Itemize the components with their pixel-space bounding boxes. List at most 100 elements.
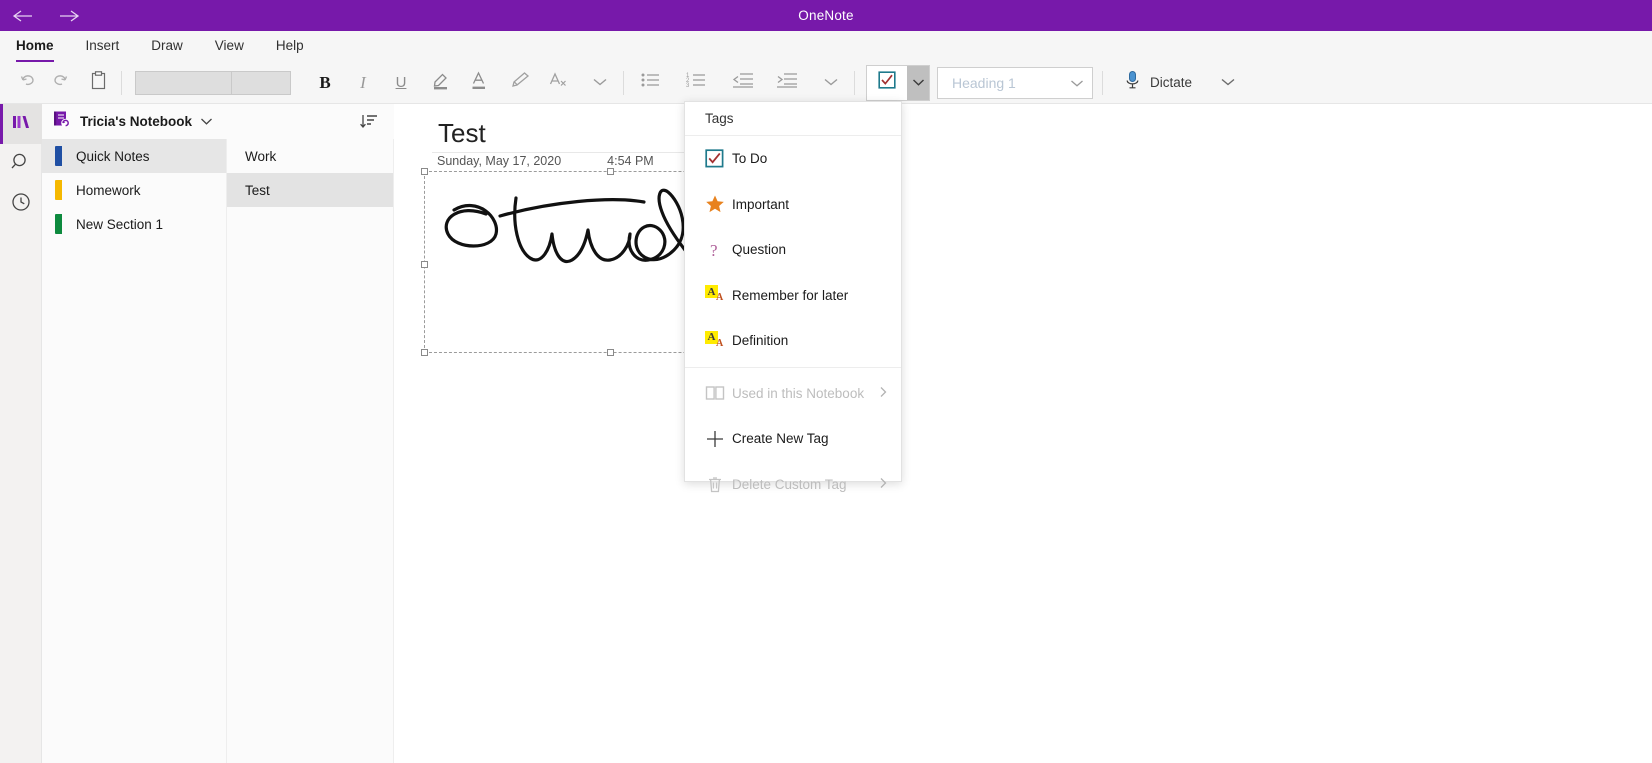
tag-item-question[interactable]: ? Question (685, 227, 901, 273)
notebook-header[interactable]: Tricia's Notebook (42, 104, 394, 139)
svg-text:3: 3 (686, 83, 690, 89)
chevron-down-icon (592, 74, 608, 92)
note-canvas[interactable]: Test Sunday, May 17, 2020 4:54 PM (395, 104, 1652, 763)
page-item-test[interactable]: Test (227, 173, 393, 207)
tab-insert[interactable]: Insert (86, 33, 120, 61)
format-painter-button[interactable] (504, 67, 536, 99)
resize-handle-bottom-left[interactable] (421, 349, 428, 356)
page-time: 4:54 PM (607, 154, 654, 168)
redo-icon (50, 71, 70, 94)
tag-item-important[interactable]: Important (685, 182, 901, 228)
section-list: Quick Notes Homework New Section 1 (42, 139, 227, 763)
tag-label: Remember for later (732, 287, 849, 303)
bullets-button[interactable] (635, 67, 667, 99)
font-color-button[interactable] (463, 67, 495, 99)
section-item-new-section-1[interactable]: New Section 1 (42, 207, 226, 241)
back-button[interactable] (0, 0, 46, 31)
numbered-list-icon: 123 (686, 71, 708, 94)
tag-label: Important (732, 196, 790, 212)
chevron-down-icon (912, 74, 925, 92)
star-icon (705, 194, 732, 214)
tab-view[interactable]: View (215, 33, 244, 61)
sort-icon (360, 115, 379, 135)
toolbar-divider (121, 70, 122, 95)
trash-icon (705, 475, 732, 494)
underline-button[interactable]: U (385, 67, 417, 99)
increase-indent-button[interactable] (771, 67, 803, 99)
svg-text:?: ? (710, 241, 718, 260)
font-more-button[interactable] (584, 67, 616, 99)
paste-button[interactable] (82, 67, 114, 99)
increase-indent-icon (775, 71, 799, 94)
tag-item-create-new-tag[interactable]: Create New Tag (685, 416, 901, 462)
dictate-button[interactable]: Dictate (1124, 70, 1192, 95)
redo-button[interactable] (44, 67, 76, 99)
todo-tag-button[interactable] (867, 65, 907, 100)
page-title[interactable]: Test (438, 118, 486, 149)
section-item-quick-notes[interactable]: Quick Notes (42, 139, 226, 173)
tag-label: To Do (732, 151, 768, 167)
style-dropdown[interactable]: Heading 1 (937, 66, 1093, 99)
forward-button[interactable] (46, 0, 92, 31)
tag-item-remember-for-later[interactable]: A A Remember for later (685, 273, 901, 319)
numbering-button[interactable]: 123 (681, 67, 713, 99)
dictate-dropdown-button[interactable] (1212, 67, 1244, 99)
section-color-swatch (55, 146, 62, 166)
section-label: Homework (76, 182, 141, 198)
tab-help[interactable]: Help (276, 33, 304, 61)
section-item-homework[interactable]: Homework (42, 173, 226, 207)
rail-item-notebooks[interactable] (0, 104, 42, 144)
toolbar-divider-4 (1102, 70, 1103, 95)
resize-handle-top-left[interactable] (421, 168, 428, 175)
rail-item-search[interactable] (0, 144, 42, 184)
question-mark-icon: ? (705, 240, 732, 260)
font-name-input[interactable] (136, 72, 231, 94)
section-label: Quick Notes (76, 148, 150, 164)
tags-menu-header: Tags (685, 102, 901, 136)
tab-home[interactable]: Home (16, 33, 54, 62)
tab-draw[interactable]: Draw (151, 33, 183, 61)
title-bar: OneNote (0, 0, 1652, 31)
resize-handle-bottom-center[interactable] (607, 349, 614, 356)
todo-checkbox-icon (878, 71, 896, 94)
clear-formatting-button[interactable] (542, 67, 574, 99)
tag-label: Used in this Notebook (732, 385, 865, 401)
tag-item-definition[interactable]: A A Definition (685, 318, 901, 364)
undo-icon (18, 71, 38, 94)
search-icon (10, 151, 32, 178)
chevron-right-icon (879, 477, 887, 492)
page-item-work[interactable]: Work (227, 139, 393, 173)
left-rail (0, 104, 42, 763)
bold-button[interactable]: B (309, 67, 341, 99)
chevron-down-icon[interactable] (200, 113, 213, 131)
notebook-sync-icon (52, 109, 72, 134)
tag-label: Delete Custom Tag (732, 476, 847, 492)
decrease-indent-button[interactable] (727, 67, 759, 99)
tag-item-to-do[interactable]: To Do (685, 136, 901, 182)
font-size-input[interactable] (232, 72, 290, 94)
tag-item-delete-custom-tag[interactable]: Delete Custom Tag (685, 462, 901, 508)
rail-item-recent[interactable] (0, 184, 42, 224)
font-controls (135, 70, 291, 95)
resize-handle-top-center[interactable] (607, 168, 614, 175)
section-color-swatch (55, 180, 62, 200)
page-list: Work Test (227, 139, 394, 763)
page-date: Sunday, May 17, 2020 (437, 154, 562, 168)
highlight-pen-icon (430, 70, 452, 95)
font-color-icon (468, 70, 490, 95)
tag-item-used-in-this-notebook[interactable]: Used in this Notebook (685, 371, 901, 417)
clipboard-icon (90, 70, 107, 95)
paragraph-more-button[interactable] (815, 67, 847, 99)
format-painter-icon (509, 70, 531, 95)
todo-tag-dropdown-button[interactable] (907, 65, 929, 100)
highlight-button[interactable] (425, 67, 457, 99)
todo-checkbox-icon (705, 149, 732, 168)
section-color-swatch (55, 214, 62, 234)
toolbar-divider-2 (623, 70, 624, 95)
sort-button[interactable] (360, 112, 379, 136)
chevron-right-icon (879, 386, 887, 401)
todo-tag-split-button (866, 64, 930, 101)
undo-button[interactable] (12, 67, 44, 99)
resize-handle-middle-left[interactable] (421, 261, 428, 268)
italic-button[interactable]: I (347, 67, 379, 99)
